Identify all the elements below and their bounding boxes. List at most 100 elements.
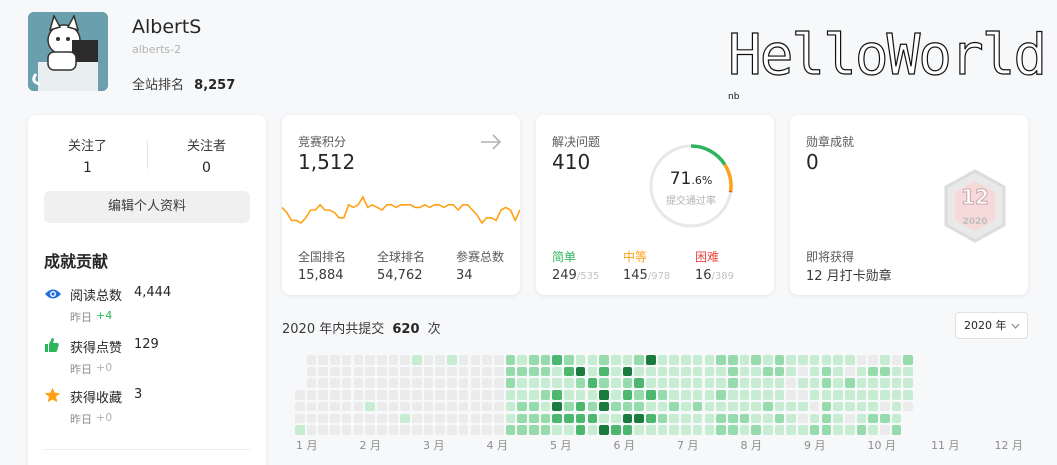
heatmap-cell[interactable] [669, 390, 680, 400]
heatmap-cell[interactable] [458, 355, 469, 365]
heatmap-cell[interactable] [552, 425, 563, 435]
heatmap-cell[interactable] [798, 378, 808, 389]
heatmap-cell[interactable] [447, 425, 457, 435]
heatmap-cell[interactable] [435, 413, 446, 424]
heatmap-cell[interactable] [365, 378, 375, 389]
heatmap-cell[interactable] [692, 413, 703, 424]
heatmap-cell[interactable] [763, 366, 773, 377]
heatmap-cell[interactable] [716, 401, 726, 412]
heatmap-cell[interactable] [517, 425, 527, 435]
heatmap-cell[interactable] [716, 425, 726, 435]
heatmap-cell[interactable] [681, 401, 691, 412]
heatmap-cell[interactable] [482, 413, 492, 424]
heatmap-cell[interactable] [704, 366, 715, 377]
heatmap-cell[interactable] [716, 355, 726, 365]
heatmap-cell[interactable] [903, 355, 914, 365]
followers-block[interactable]: 关注者 0 [147, 135, 266, 176]
heatmap-cell[interactable] [529, 355, 539, 365]
heatmap-cell[interactable] [564, 425, 574, 435]
heatmap-cell[interactable] [622, 401, 633, 412]
heatmap-cell[interactable] [634, 390, 644, 400]
heatmap-cell[interactable] [341, 355, 352, 365]
heatmap-cell[interactable] [610, 401, 621, 412]
heatmap-cell[interactable] [809, 413, 820, 424]
heatmap-cell[interactable] [341, 413, 352, 424]
heatmap-cell[interactable] [435, 366, 446, 377]
heatmap-cell[interactable] [868, 378, 878, 389]
heatmap-cell[interactable] [341, 390, 352, 400]
heatmap-cell[interactable] [844, 355, 855, 365]
heatmap-cell[interactable] [891, 425, 902, 435]
heatmap-cell[interactable] [903, 390, 914, 400]
heatmap-cell[interactable] [833, 401, 843, 412]
heatmap-cell[interactable] [552, 378, 563, 389]
heatmap-cell[interactable] [587, 355, 598, 365]
heatmap-cell[interactable] [376, 390, 387, 400]
heatmap-cell[interactable] [564, 366, 574, 377]
heatmap-cell[interactable] [412, 401, 422, 412]
heatmap-cell[interactable] [388, 401, 399, 412]
heatmap-cell[interactable] [751, 425, 761, 435]
heatmap-cell[interactable] [880, 425, 890, 435]
heatmap-cell[interactable] [517, 390, 527, 400]
heatmap-cell[interactable] [669, 355, 680, 365]
heatmap-cell[interactable] [704, 355, 715, 365]
heatmap-cell[interactable] [423, 401, 434, 412]
heatmap-cell[interactable] [833, 366, 843, 377]
following-block[interactable]: 关注了 1 [28, 135, 147, 176]
heatmap-cell[interactable] [400, 366, 410, 377]
heatmap-cell[interactable] [774, 366, 785, 377]
heatmap-cell[interactable] [821, 401, 832, 412]
heatmap-cell[interactable] [517, 366, 527, 377]
heatmap-cell[interactable] [458, 378, 469, 389]
heatmap-cell[interactable] [856, 355, 867, 365]
heatmap-cell[interactable] [575, 425, 586, 435]
heatmap-cell[interactable] [388, 366, 399, 377]
heatmap-cell[interactable] [341, 401, 352, 412]
heatmap-cell[interactable] [727, 390, 738, 400]
heatmap-cell[interactable] [318, 390, 329, 400]
heatmap-cell[interactable] [517, 413, 527, 424]
heatmap-cell[interactable] [564, 378, 574, 389]
heatmap-cell[interactable] [692, 390, 703, 400]
heatmap-cell[interactable] [657, 355, 668, 365]
heatmap-cell[interactable] [669, 401, 680, 412]
heatmap-cell[interactable] [564, 401, 574, 412]
heatmap-cell[interactable] [739, 378, 750, 389]
heatmap-cell[interactable] [610, 366, 621, 377]
heatmap-cell[interactable] [482, 355, 492, 365]
heatmap-cell[interactable] [844, 366, 855, 377]
heatmap-cell[interactable] [330, 390, 340, 400]
heatmap-cell[interactable] [575, 355, 586, 365]
heatmap-cell[interactable] [903, 366, 914, 377]
heatmap-cell[interactable] [376, 355, 387, 365]
heatmap-cell[interactable] [681, 378, 691, 389]
heatmap-cell[interactable] [482, 390, 492, 400]
heatmap-cell[interactable] [716, 413, 726, 424]
heatmap-cell[interactable] [704, 378, 715, 389]
heatmap-cell[interactable] [599, 425, 609, 435]
heatmap-cell[interactable] [482, 425, 492, 435]
heatmap-cell[interactable] [552, 355, 563, 365]
heatmap-cell[interactable] [681, 413, 691, 424]
heatmap-cell[interactable] [505, 413, 516, 424]
heatmap-cell[interactable] [376, 401, 387, 412]
heatmap-cell[interactable] [646, 390, 656, 400]
heatmap-cell[interactable] [798, 413, 808, 424]
heatmap-cell[interactable] [529, 366, 539, 377]
heatmap-cell[interactable] [809, 390, 820, 400]
heatmap-cell[interactable] [704, 425, 715, 435]
heatmap-cell[interactable] [763, 425, 773, 435]
heatmap-cell[interactable] [587, 413, 598, 424]
heatmap-cell[interactable] [774, 378, 785, 389]
heatmap-cell[interactable] [306, 413, 317, 424]
heatmap-cell[interactable] [353, 366, 364, 377]
heatmap-cell[interactable] [669, 378, 680, 389]
heatmap-cell[interactable] [587, 401, 598, 412]
heatmap-cell[interactable] [657, 413, 668, 424]
heatmap-cell[interactable] [599, 355, 609, 365]
heatmap-cell[interactable] [505, 390, 516, 400]
heatmap-cell[interactable] [821, 355, 832, 365]
heatmap-cell[interactable] [821, 378, 832, 389]
heatmap-cell[interactable] [891, 413, 902, 424]
